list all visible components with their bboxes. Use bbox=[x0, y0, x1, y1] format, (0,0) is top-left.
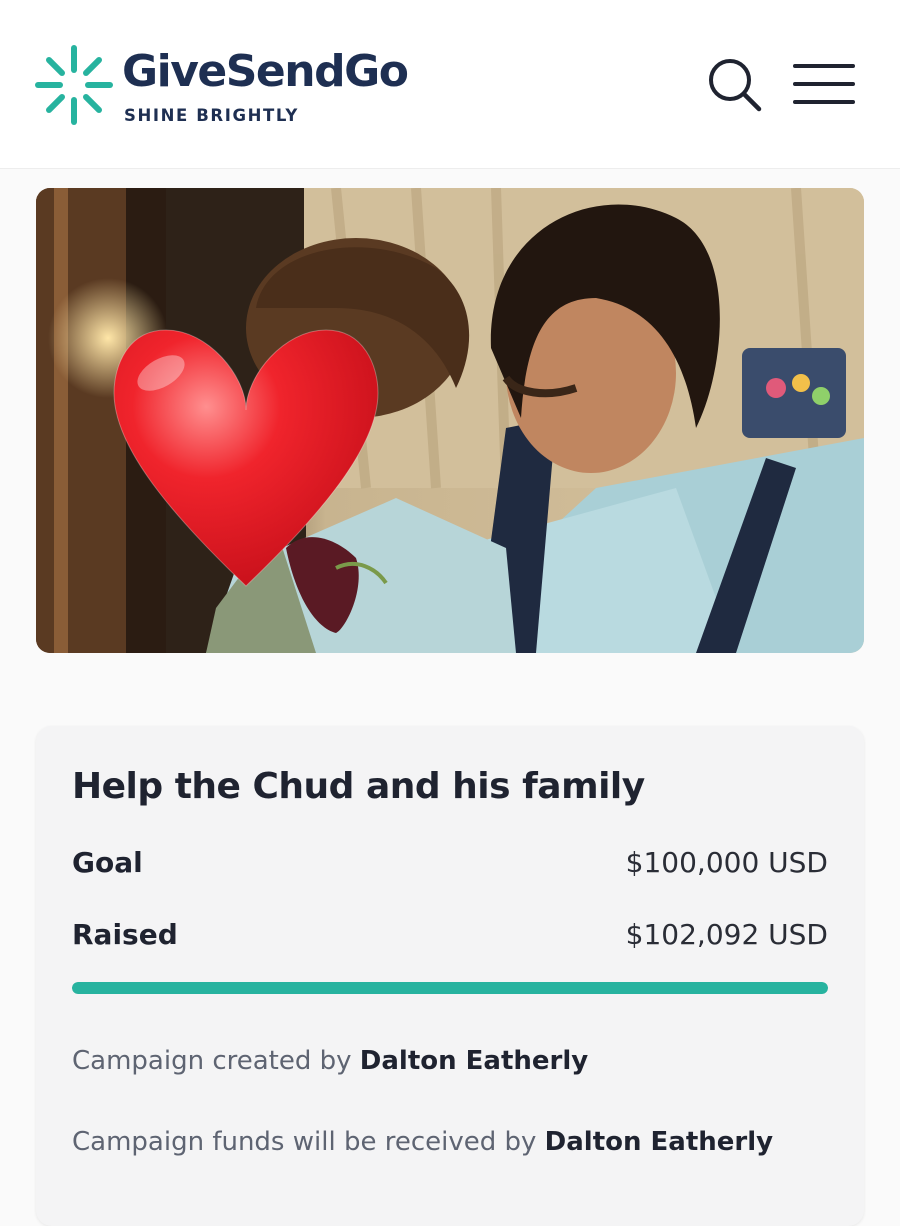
goal-row: Goal $100,000 USD bbox=[72, 846, 828, 886]
funding-progress-bar bbox=[72, 982, 828, 994]
menu-button[interactable] bbox=[792, 54, 856, 114]
campaign-photo bbox=[36, 188, 864, 653]
campaign-summary-card: Help the Chud and his family Goal $100,0… bbox=[36, 726, 864, 1226]
raised-value: $102,092 USD bbox=[625, 918, 828, 951]
campaign-recipient: Campaign funds will be received by Dalto… bbox=[72, 1127, 773, 1157]
search-button[interactable] bbox=[704, 54, 764, 114]
brand-tagline: SHINE BRIGHTLY bbox=[124, 106, 299, 125]
goal-label: Goal bbox=[72, 846, 143, 879]
raised-label: Raised bbox=[72, 918, 178, 951]
funding-progress-fill bbox=[72, 982, 828, 994]
site-header: GiveSendGo SHINE BRIGHTLY bbox=[0, 0, 900, 169]
search-icon bbox=[709, 59, 762, 112]
brand-name: GiveSendGo bbox=[122, 46, 409, 97]
raised-row: Raised $102,092 USD bbox=[72, 918, 828, 958]
campaign-title: Help the Chud and his family bbox=[72, 766, 645, 807]
hamburger-menu-icon bbox=[793, 64, 855, 104]
goal-value: $100,000 USD bbox=[625, 846, 828, 879]
creator-prefix: Campaign created by bbox=[72, 1046, 352, 1076]
recipient-prefix: Campaign funds will be received by bbox=[72, 1127, 537, 1157]
recipient-name[interactable]: Dalton Eatherly bbox=[545, 1127, 773, 1157]
sunburst-logo-icon bbox=[35, 45, 113, 125]
campaign-hero-image bbox=[36, 188, 864, 653]
campaign-creator: Campaign created by Dalton Eatherly bbox=[72, 1046, 588, 1076]
brand-logo[interactable]: GiveSendGo SHINE BRIGHTLY bbox=[34, 42, 454, 134]
creator-name[interactable]: Dalton Eatherly bbox=[360, 1046, 588, 1076]
